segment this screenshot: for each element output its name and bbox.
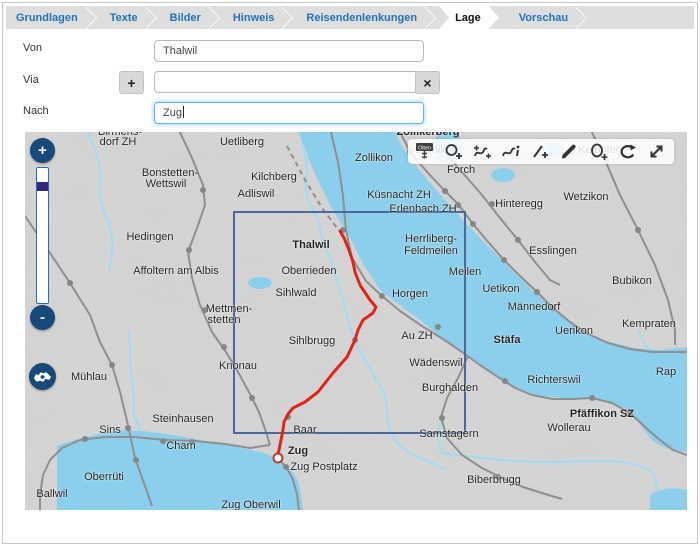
von-input[interactable]: Thalwil xyxy=(154,40,424,62)
via-input[interactable] xyxy=(154,71,424,93)
switzerland-home-button[interactable] xyxy=(29,363,56,390)
text-cursor xyxy=(183,106,184,118)
map-label: Sins xyxy=(99,424,120,436)
map-label: Knonau xyxy=(219,360,257,372)
map-label: Forch xyxy=(447,164,475,176)
map-label: Horgen xyxy=(392,288,428,300)
map-label: Au ZH xyxy=(401,330,432,342)
map-labels: Birmens-dorf ZHUetlibergZollikerbergZumi… xyxy=(25,132,687,510)
map-label: dorf ZH xyxy=(100,136,137,148)
map-label: Kilchberg xyxy=(251,171,297,183)
map-label: Erlenbach ZH xyxy=(389,203,456,215)
via-remove-button[interactable]: × xyxy=(415,71,440,94)
map-label: Wädenswil xyxy=(409,357,462,369)
map-toolbar: Olten xyxy=(408,139,674,164)
map-label: Hinteregg xyxy=(495,198,543,210)
via-add-button[interactable]: + xyxy=(119,71,144,94)
nach-value: Zug xyxy=(163,107,182,119)
map-label: Adliswil xyxy=(238,188,275,200)
add-point-tool-icon[interactable] xyxy=(441,141,467,163)
map-label: Oberrieden xyxy=(281,265,336,277)
map-label: Zollikon xyxy=(355,152,393,164)
refresh-tool-icon[interactable] xyxy=(615,141,641,163)
map-label: Richterswil xyxy=(527,374,580,386)
map-label: Zug xyxy=(288,445,308,457)
map-label: Steinhausen xyxy=(152,413,213,425)
breadcrumb-step-reisendenlenkungen[interactable]: Reisendenlenkungen xyxy=(296,6,425,29)
map-label: stetten xyxy=(207,314,240,326)
map-label: Thalwil xyxy=(292,239,329,251)
add-route-tool-icon[interactable] xyxy=(470,141,496,163)
draw-edit-tool-icon[interactable] xyxy=(557,141,583,163)
add-line-tool-icon[interactable] xyxy=(528,141,554,163)
map-label: Wetzikon xyxy=(563,191,608,203)
map-label: Sihlwald xyxy=(276,287,317,299)
breadcrumb: Grundlagen Texte Bilder Hinweis Reisendenlen… xyxy=(6,6,694,29)
place-label-tool-icon[interactable]: Olten xyxy=(412,141,438,163)
nach-label: Nach xyxy=(23,105,49,117)
map-label: Burghalden xyxy=(422,382,478,394)
zoom-slider-handle[interactable] xyxy=(37,182,48,191)
map-label: Küsnacht ZH xyxy=(367,189,431,201)
map-label: Rap xyxy=(656,366,676,378)
map-label: Meilen xyxy=(449,266,481,278)
zoom-in-button[interactable]: + xyxy=(30,138,55,163)
map-label: Baar xyxy=(293,424,316,436)
map-label: Pfäffikon SZ xyxy=(570,408,634,420)
map-label: Bubikon xyxy=(612,275,652,287)
map-label: Oberrüti xyxy=(84,471,124,483)
map-label: Wettswil xyxy=(146,178,187,190)
breadcrumb-step-lage[interactable]: Lage xyxy=(439,6,499,29)
map-label: Zug Oberwil xyxy=(221,499,280,510)
map-label: Feldmeilen xyxy=(404,245,458,257)
map-label: Biberbrugg xyxy=(467,474,521,486)
map-label: Kempraten xyxy=(622,318,676,330)
map-label: Stäfa xyxy=(494,334,521,346)
breadcrumb-step-grundlagen[interactable]: Grundlagen xyxy=(6,6,86,29)
map-label: Cham xyxy=(166,440,195,452)
breadcrumb-step-vorschau[interactable]: Vorschau xyxy=(509,6,576,29)
map-label: Zug Postplatz xyxy=(290,461,357,473)
zoom-slider[interactable] xyxy=(36,167,49,304)
map-label: Männedorf xyxy=(508,301,561,313)
add-region-tool-icon[interactable] xyxy=(586,141,612,163)
map-label: Herrliberg- xyxy=(405,233,457,245)
map-label: Hedingen xyxy=(126,231,173,243)
von-label: Von xyxy=(23,42,42,54)
fullscreen-tool-icon[interactable] xyxy=(644,141,670,163)
breadcrumb-step-bilder[interactable]: Bilder xyxy=(160,6,209,29)
map-label: Uerikon xyxy=(555,325,593,337)
zoom-out-button[interactable]: - xyxy=(30,305,55,330)
map-label: Sihlbrugg xyxy=(289,335,335,347)
map-canvas[interactable]: Birmens-dorf ZHUetlibergZollikerbergZumi… xyxy=(25,132,687,510)
nach-input[interactable]: Zug xyxy=(154,102,424,124)
switzerland-icon xyxy=(29,370,56,384)
svg-text:Olten: Olten xyxy=(418,145,431,151)
map-label: Wollerau xyxy=(547,422,590,434)
map-label: Uetliberg xyxy=(220,136,264,148)
map-label: Mühlau xyxy=(71,371,107,383)
via-label: Via xyxy=(23,74,39,86)
breadcrumb-step-hinweis[interactable]: Hinweis xyxy=(223,6,283,29)
route-info-tool-icon[interactable] xyxy=(499,141,525,163)
map-label: Uetikon xyxy=(482,283,519,295)
von-value: Thalwil xyxy=(163,45,197,57)
map-label: Samstagern xyxy=(419,428,478,440)
map-label: Zollikerberg xyxy=(397,132,460,138)
map-label: Ballwil xyxy=(36,488,67,500)
map-label: Esslingen xyxy=(529,245,577,257)
breadcrumb-step-texte[interactable]: Texte xyxy=(100,6,146,29)
map-label: Affoltern am Albis xyxy=(133,265,218,277)
